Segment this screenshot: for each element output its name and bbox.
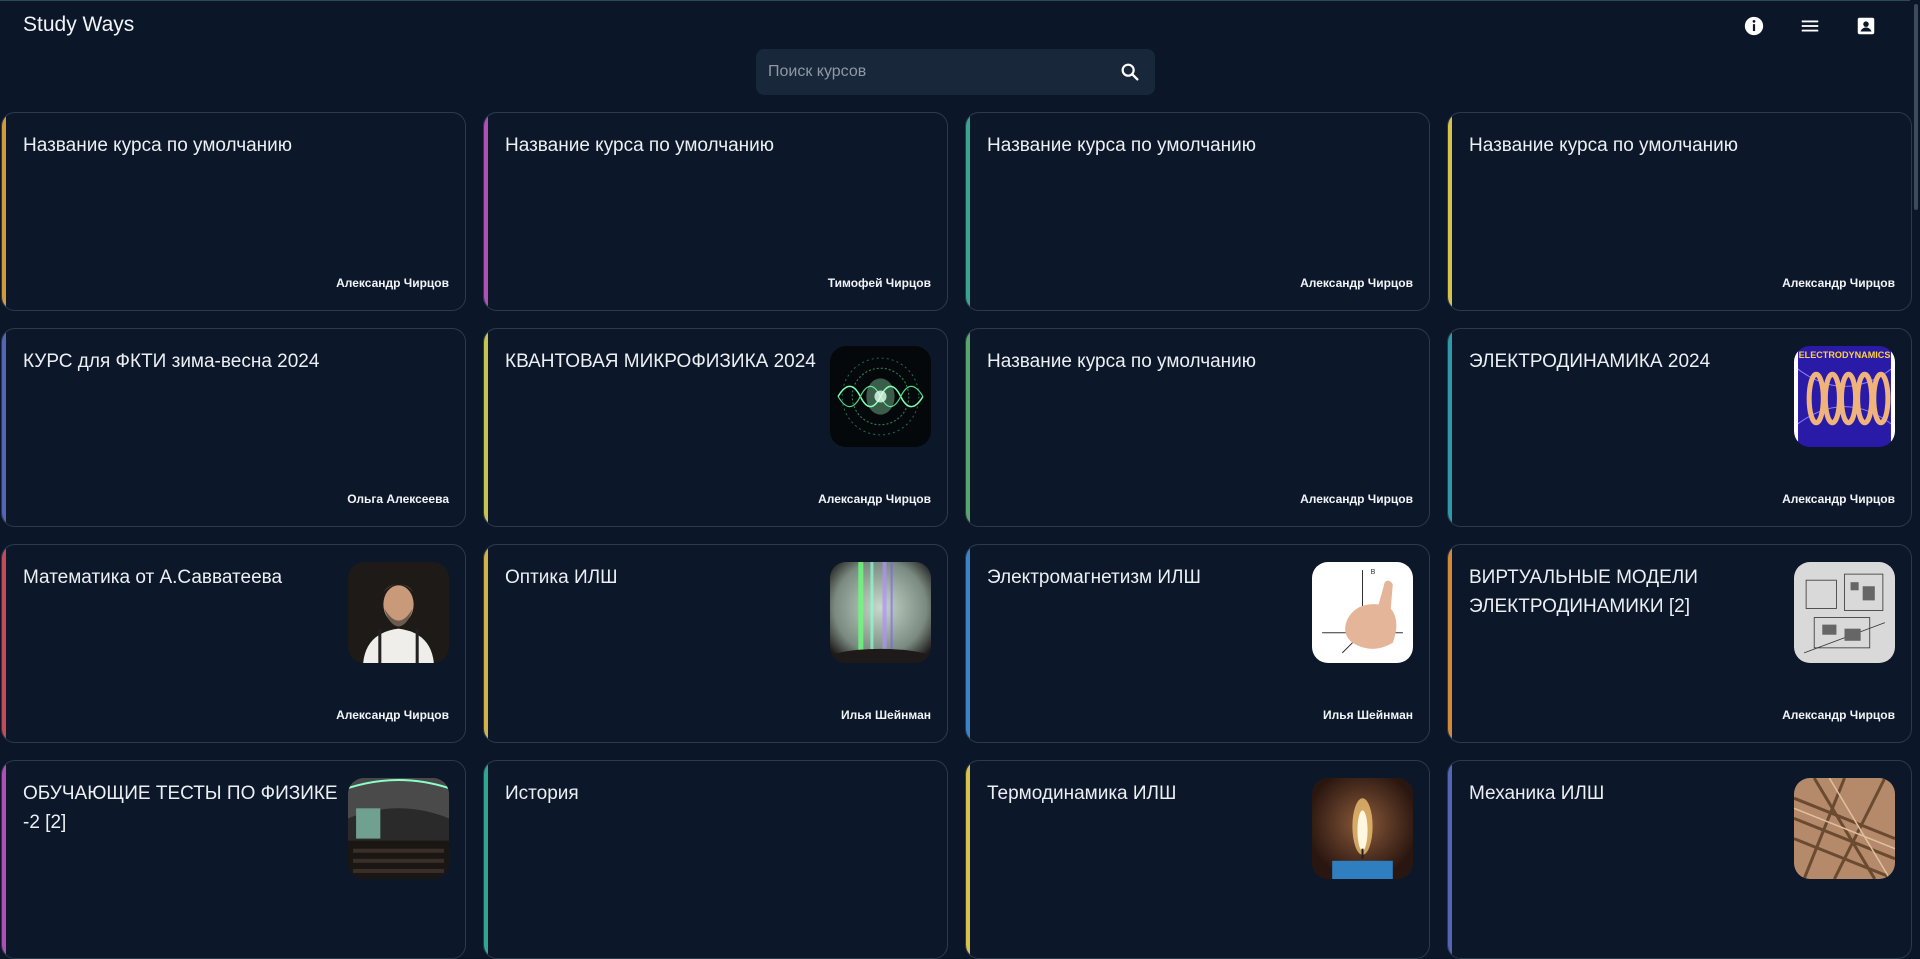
course-thumbnail: B [1312, 562, 1413, 663]
course-title: Название курса по умолчанию [23, 135, 293, 156]
course-author: Илья Шейнман [1323, 708, 1413, 722]
card-accent-bar [484, 761, 488, 958]
info-icon[interactable] [1740, 13, 1768, 39]
course-card[interactable]: Название курса по умолчанию Тимофей Чирцо… [483, 112, 948, 311]
course-title: КВАНТОВАЯ МИКРОФИЗИКА 2024 [505, 351, 816, 372]
course-card[interactable]: ВИРТУАЛЬНЫЕ МОДЕЛИ ЭЛЕКТРОДИНАМИКИ [2] Ал… [1447, 544, 1912, 743]
card-accent-bar [484, 545, 488, 742]
course-author: Александр Чирцов [1782, 492, 1895, 506]
card-accent-bar [1448, 113, 1452, 310]
card-accent-bar [2, 329, 6, 526]
card-accent-bar [2, 761, 6, 958]
course-author: Александр Чирцов [1300, 492, 1413, 506]
course-title: Оптика ИЛШ [505, 567, 618, 588]
quantum-wave-image [830, 346, 931, 447]
course-thumbnail [348, 778, 449, 879]
card-accent-bar [2, 113, 6, 310]
svg-text:ELECTRODYNAMICS: ELECTRODYNAMICS [1799, 350, 1891, 360]
card-accent-bar [1448, 329, 1452, 526]
course-thumbnail [830, 346, 931, 447]
course-card[interactable]: Оптика ИЛШ Илья Шейнман [483, 544, 948, 743]
course-card[interactable]: Механика ИЛШ [1447, 760, 1912, 959]
course-title: Электромагнетизм ИЛШ [987, 567, 1201, 588]
course-card[interactable]: История [483, 760, 948, 959]
course-author: Илья Шейнман [841, 708, 931, 722]
card-accent-bar [484, 329, 488, 526]
course-title: Математика от А.Савватеева [23, 567, 283, 588]
course-card[interactable]: Название курса по умолчанию Александр Чир… [965, 112, 1430, 311]
header-actions [1740, 13, 1880, 39]
course-author: Александр Чирцов [1782, 276, 1895, 290]
course-card[interactable]: Название курса по умолчанию Александр Чир… [1447, 112, 1912, 311]
course-author: Александр Чирцов [336, 708, 449, 722]
course-card[interactable]: Математика от А.Савватеева Александр Чирц… [1, 544, 466, 743]
search-icon[interactable] [1119, 61, 1141, 83]
card-accent-bar [966, 329, 970, 526]
course-title: Механика ИЛШ [1469, 783, 1605, 804]
course-title: История [505, 783, 579, 804]
course-title: Название курса по умолчанию [505, 135, 775, 156]
course-title: ОБУЧАЮЩИЕ ТЕСТЫ ПО ФИЗИКЕ -2 [2] [23, 783, 338, 833]
app-title[interactable]: Study Ways [23, 13, 134, 37]
scrollbar-thumb[interactable] [1914, 4, 1918, 210]
course-title: Название курса по умолчанию [987, 351, 1257, 372]
course-thumbnail [348, 562, 449, 663]
account-box-icon[interactable] [1852, 13, 1880, 39]
course-title: Название курса по умолчанию [1469, 135, 1739, 156]
course-card[interactable]: КУРС для ФКТИ зима-весна 2024 Ольга Алекс… [1, 328, 466, 527]
spectrum-image [830, 562, 931, 663]
course-thumbnail [1794, 778, 1895, 879]
electrodynamics-image: ELECTRODYNAMICS [1794, 346, 1895, 447]
lecture-hall-image [348, 778, 449, 879]
top-app-bar: Study Ways [0, 0, 1920, 50]
course-thumbnail [1794, 562, 1895, 663]
course-author: Александр Чирцов [1782, 708, 1895, 722]
course-title: Термодинамика ИЛШ [987, 783, 1177, 804]
card-accent-bar [2, 545, 6, 742]
course-card[interactable]: Термодинамика ИЛШ [965, 760, 1430, 959]
course-card[interactable]: ОБУЧАЮЩИЕ ТЕСТЫ ПО ФИЗИКЕ -2 [2] [1, 760, 466, 959]
course-grid: Название курса по умолчанию Александр Чир… [0, 112, 1912, 959]
course-title: Название курса по умолчанию [987, 135, 1257, 156]
course-thumbnail [1312, 778, 1413, 879]
course-card[interactable]: Электромагнетизм ИЛШ B Илья Шейнман [965, 544, 1430, 743]
course-search [756, 49, 1155, 95]
course-title: КУРС для ФКТИ зима-весна 2024 [23, 351, 320, 372]
rods-image [1794, 778, 1895, 879]
course-title: ВИРТУАЛЬНЫЕ МОДЕЛИ ЭЛЕКТРОДИНАМИКИ [2] [1469, 567, 1698, 617]
card-accent-bar [484, 113, 488, 310]
menu-icon[interactable] [1796, 13, 1824, 39]
course-card[interactable]: ЭЛЕКТРОДИНАМИКА 2024 ELECTRODYNAMICS Алекс… [1447, 328, 1912, 527]
course-author: Тимофей Чирцов [827, 276, 931, 290]
course-card[interactable]: КВАНТОВАЯ МИКРОФИЗИКА 2024 Александр Чирц… [483, 328, 948, 527]
course-author: Александр Чирцов [336, 276, 449, 290]
course-card[interactable]: Название курса по умолчанию Александр Чир… [965, 328, 1430, 527]
card-accent-bar [1448, 761, 1452, 958]
hand-rule-image: B [1312, 562, 1413, 663]
course-author: Александр Чирцов [818, 492, 931, 506]
course-card[interactable]: Название курса по умолчанию Александр Чир… [1, 112, 466, 311]
portrait-image [348, 562, 449, 663]
candle-image [1312, 778, 1413, 879]
svg-text:B: B [1371, 569, 1376, 576]
sketch-image [1794, 562, 1895, 663]
course-title: ЭЛЕКТРОДИНАМИКА 2024 [1469, 351, 1711, 372]
search-input[interactable] [768, 49, 1108, 95]
course-thumbnail: ELECTRODYNAMICS [1794, 346, 1895, 447]
course-author: Александр Чирцов [1300, 276, 1413, 290]
card-accent-bar [966, 113, 970, 310]
card-accent-bar [1448, 545, 1452, 742]
card-accent-bar [966, 761, 970, 958]
course-author: Ольга Алексеева [347, 492, 449, 506]
course-thumbnail [830, 562, 931, 663]
card-accent-bar [966, 545, 970, 742]
